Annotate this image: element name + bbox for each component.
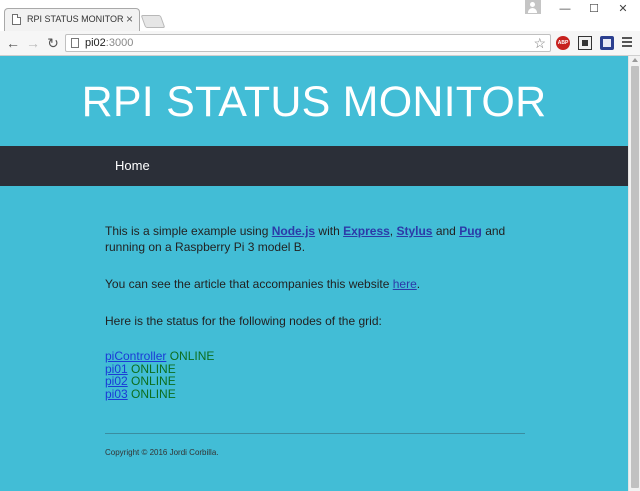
url-host: pi02 bbox=[85, 37, 106, 49]
status-intro: Here is the status for the following nod… bbox=[105, 314, 382, 328]
nav-home-link[interactable]: Home bbox=[115, 158, 150, 173]
back-icon[interactable]: ← bbox=[4, 34, 22, 52]
scroll-up-icon[interactable] bbox=[632, 58, 638, 62]
close-window-button[interactable]: ✕ bbox=[609, 0, 637, 18]
new-tab-button[interactable] bbox=[140, 15, 166, 28]
extension-icon[interactable] bbox=[578, 36, 592, 50]
list-item: pi03 ONLINE bbox=[105, 386, 525, 401]
node-link-pi03[interactable]: pi03 bbox=[105, 387, 128, 401]
status-badge: ONLINE bbox=[169, 349, 215, 363]
express-link[interactable]: Express bbox=[343, 224, 390, 238]
node-list: piController ONLINE pi01 ONLINE pi02 ONL… bbox=[105, 350, 525, 400]
url-text: pi02:3000 bbox=[85, 37, 133, 49]
vertical-scrollbar[interactable] bbox=[628, 56, 640, 491]
intro-text: This is a simple example using bbox=[105, 224, 272, 238]
article-text: . bbox=[416, 277, 421, 291]
pug-link[interactable]: Pug bbox=[459, 224, 482, 238]
maximize-button[interactable]: ☐ bbox=[580, 0, 608, 18]
main-content: This is a simple example using Node.js w… bbox=[105, 223, 525, 400]
browser-menu-icon[interactable] bbox=[621, 35, 633, 51]
stylus-link[interactable]: Stylus bbox=[396, 224, 432, 238]
intro-text: with bbox=[315, 224, 344, 238]
reload-icon[interactable]: ↻ bbox=[44, 34, 62, 52]
intro-paragraph: This is a simple example using Node.js w… bbox=[105, 223, 525, 255]
url-port: :3000 bbox=[105, 37, 134, 49]
navbar: Home bbox=[0, 146, 628, 186]
browser-tabstrip: RPI STATUS MONITOR × — ☐ ✕ bbox=[0, 0, 640, 31]
copyright: Copyright © 2016 Jordi Corbilla. bbox=[105, 448, 219, 457]
user-profile-icon[interactable] bbox=[525, 0, 541, 14]
page-icon bbox=[71, 38, 79, 48]
scroll-thumb[interactable] bbox=[631, 66, 639, 488]
site-title: RPI STATUS MONITOR bbox=[81, 78, 547, 126]
browser-tab[interactable]: RPI STATUS MONITOR × bbox=[4, 8, 140, 31]
footer-divider bbox=[105, 433, 525, 434]
minimize-button[interactable]: — bbox=[551, 0, 579, 18]
status-badge: ONLINE bbox=[131, 386, 176, 401]
tab-close-icon[interactable]: × bbox=[126, 12, 133, 26]
forward-icon[interactable]: → bbox=[24, 34, 42, 52]
bookmark-star-icon[interactable]: ☆ bbox=[533, 35, 546, 51]
article-text: You can see the article that accompanies… bbox=[105, 277, 393, 291]
extension-icon-2[interactable] bbox=[600, 36, 614, 50]
browser-toolbar: ← → ↻ pi02:3000 ☆ ABP bbox=[0, 31, 640, 56]
article-link[interactable]: here bbox=[393, 277, 417, 291]
tab-title: RPI STATUS MONITOR bbox=[27, 14, 124, 24]
nodejs-link[interactable]: Node.js bbox=[272, 224, 315, 238]
address-bar[interactable]: pi02:3000 ☆ bbox=[65, 34, 551, 52]
intro-text: and bbox=[432, 224, 460, 238]
adblock-extension-icon[interactable]: ABP bbox=[556, 36, 570, 50]
article-paragraph: You can see the article that accompanies… bbox=[105, 276, 525, 292]
page-viewport: RPI STATUS MONITOR Home This is a simple… bbox=[0, 56, 628, 491]
document-icon bbox=[12, 14, 21, 25]
